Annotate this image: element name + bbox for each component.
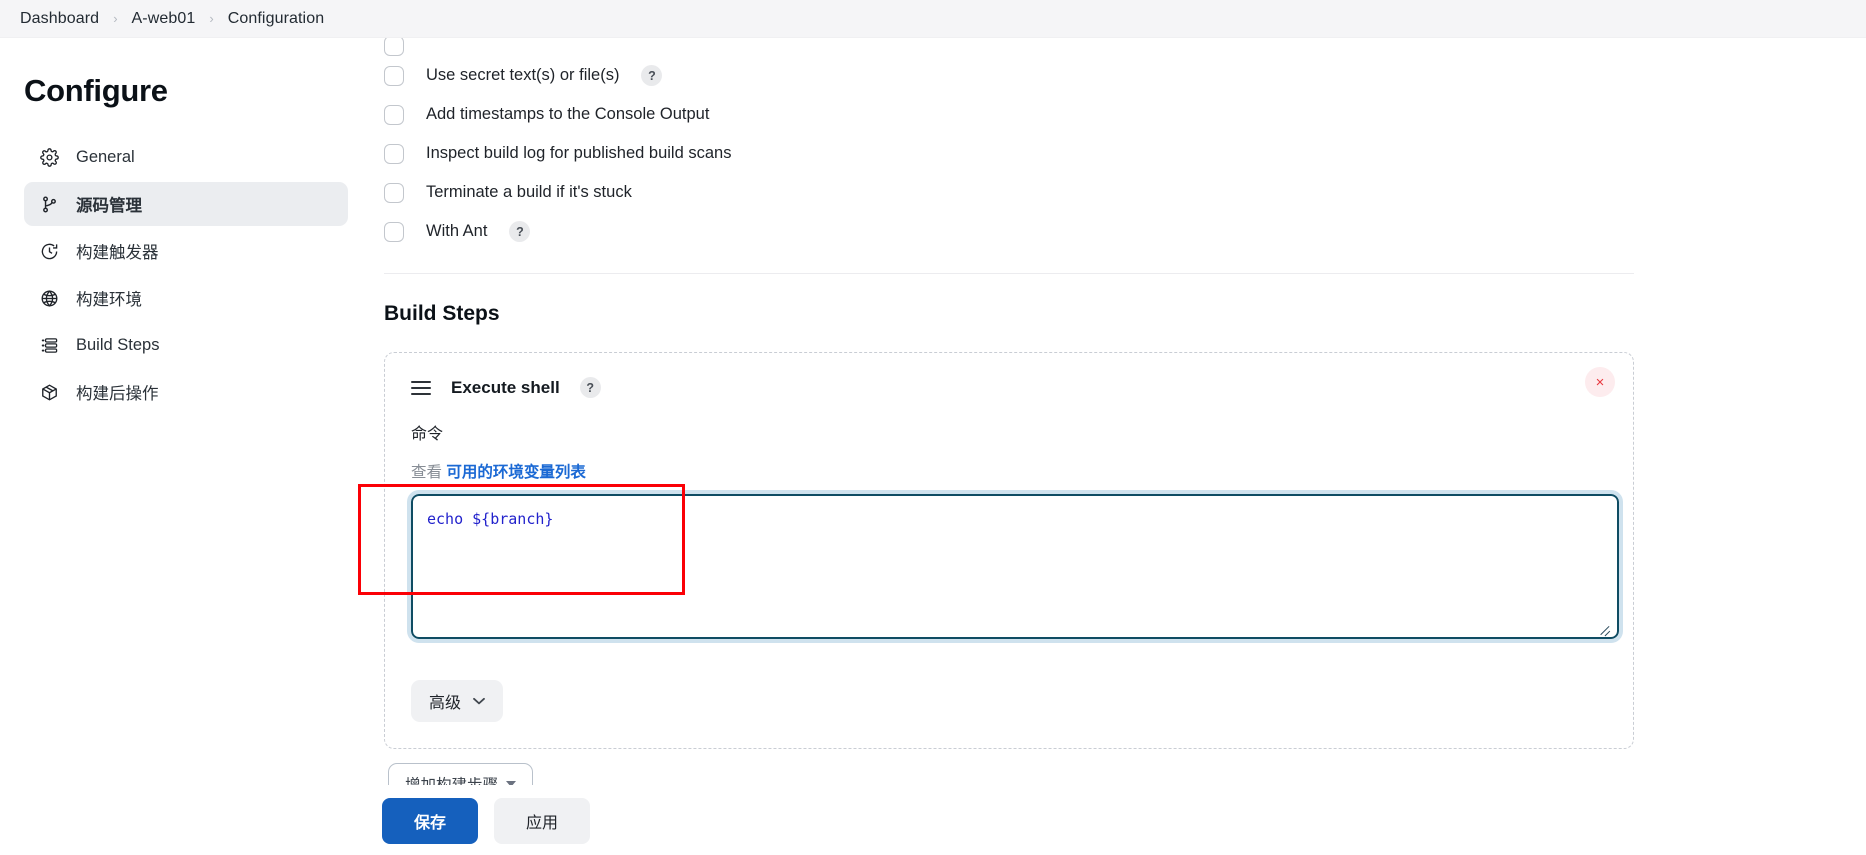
checkbox-input[interactable]	[384, 104, 404, 125]
checkbox-label: With Ant	[426, 222, 488, 240]
breadcrumb-separator-icon: ›	[113, 11, 118, 26]
sidebar-item-label: 构建环境	[76, 291, 142, 309]
package-icon	[38, 381, 60, 403]
sidebar-item-source-code-management[interactable]: 源码管理	[24, 182, 348, 226]
checkbox-label: Use secret text(s) or file(s)	[426, 66, 620, 84]
sidebar-item-label: 构建后操作	[76, 385, 159, 403]
command-field-label: 命令	[411, 426, 444, 443]
page-body: Configure General 源码管理 构建触发器 构建环境 Build …	[0, 38, 1866, 855]
sidebar-item-label: Build Steps	[76, 335, 160, 354]
help-icon[interactable]: ?	[579, 377, 601, 398]
env-vars-prefix: 查看	[411, 464, 443, 481]
clock-icon	[38, 240, 60, 262]
checkbox-row-clipped[interactable]	[384, 38, 1634, 56]
checkbox-row-add-timestamps[interactable]: Add timestamps to the Console Output	[384, 95, 1634, 134]
globe-icon	[38, 287, 60, 309]
breadcrumb-item-configuration[interactable]: Configuration	[228, 10, 324, 28]
sidebar-item-build-steps[interactable]: Build Steps	[24, 323, 348, 367]
advanced-toggle-button[interactable]: 高级	[411, 680, 504, 722]
build-step-title: Execute shell	[451, 377, 560, 397]
drag-handle-icon[interactable]	[411, 380, 431, 395]
advanced-label: 高级	[429, 695, 462, 712]
breadcrumb-item-dashboard[interactable]: Dashboard	[20, 10, 99, 28]
page-title: Configure	[24, 73, 168, 108]
checkbox-input[interactable]	[384, 221, 404, 242]
available-env-vars-link[interactable]: 可用的环境变量列表	[446, 464, 586, 481]
sidebar-item-label: 构建触发器	[76, 244, 159, 262]
chevron-down-icon	[473, 694, 485, 708]
checkbox-input[interactable]	[384, 182, 404, 203]
sidebar-item-general[interactable]: General	[24, 135, 348, 179]
apply-button[interactable]: 应用	[494, 797, 590, 844]
checkbox-row-with-ant[interactable]: With Ant ?	[384, 212, 1634, 251]
checkbox-input[interactable]	[384, 143, 404, 164]
sidebar-item-label: General	[76, 147, 135, 166]
checkbox-label: Inspect build log for published build sc…	[426, 144, 732, 162]
sidebar-item-label: 源码管理	[76, 197, 142, 215]
breadcrumb-item-job[interactable]: A-web01	[132, 10, 196, 28]
sidebar-item-build-environment[interactable]: 构建环境	[24, 276, 348, 320]
build-step-header: Execute shell ?	[411, 377, 1611, 398]
build-step-card: × Execute shell ? 命令 查看 可用的环境变量列表 高级	[384, 352, 1634, 749]
command-input-wrapper	[407, 490, 1623, 644]
form-action-bar: 保存 应用	[0, 785, 1866, 855]
remove-step-button[interactable]: ×	[1585, 367, 1615, 397]
sidebar-item-post-build-actions[interactable]: 构建后操作	[24, 370, 348, 414]
checkbox-label: Add timestamps to the Console Output	[426, 105, 710, 123]
source-branch-icon	[38, 193, 60, 215]
breadcrumb-separator-icon: ›	[209, 11, 214, 26]
command-textarea[interactable]	[407, 490, 1623, 643]
main-content: Use secret text(s) or file(s) ? Add time…	[372, 38, 1866, 855]
checkbox-label: Terminate a build if it's stuck	[426, 183, 632, 201]
gear-icon	[38, 146, 60, 168]
help-icon[interactable]: ?	[641, 65, 663, 86]
list-icon	[38, 334, 60, 356]
sidebar-item-build-triggers[interactable]: 构建触发器	[24, 229, 348, 273]
checkbox-input[interactable]	[384, 65, 404, 86]
breadcrumb: Dashboard › A-web01 › Configuration	[0, 0, 1866, 38]
build-steps-heading: Build Steps	[384, 302, 500, 325]
section-divider	[384, 273, 1634, 274]
sidebar: Configure General 源码管理 构建触发器 构建环境 Build …	[0, 38, 372, 855]
env-vars-line: 查看 可用的环境变量列表	[411, 460, 1611, 482]
save-button[interactable]: 保存	[382, 797, 478, 844]
checkbox-row-terminate-build[interactable]: Terminate a build if it's stuck	[384, 173, 1634, 212]
checkbox-row-inspect-build-log[interactable]: Inspect build log for published build sc…	[384, 134, 1634, 173]
checkbox-input[interactable]	[384, 38, 404, 56]
checkbox-row-use-secret[interactable]: Use secret text(s) or file(s) ?	[384, 56, 1634, 95]
help-icon[interactable]: ?	[509, 221, 531, 242]
